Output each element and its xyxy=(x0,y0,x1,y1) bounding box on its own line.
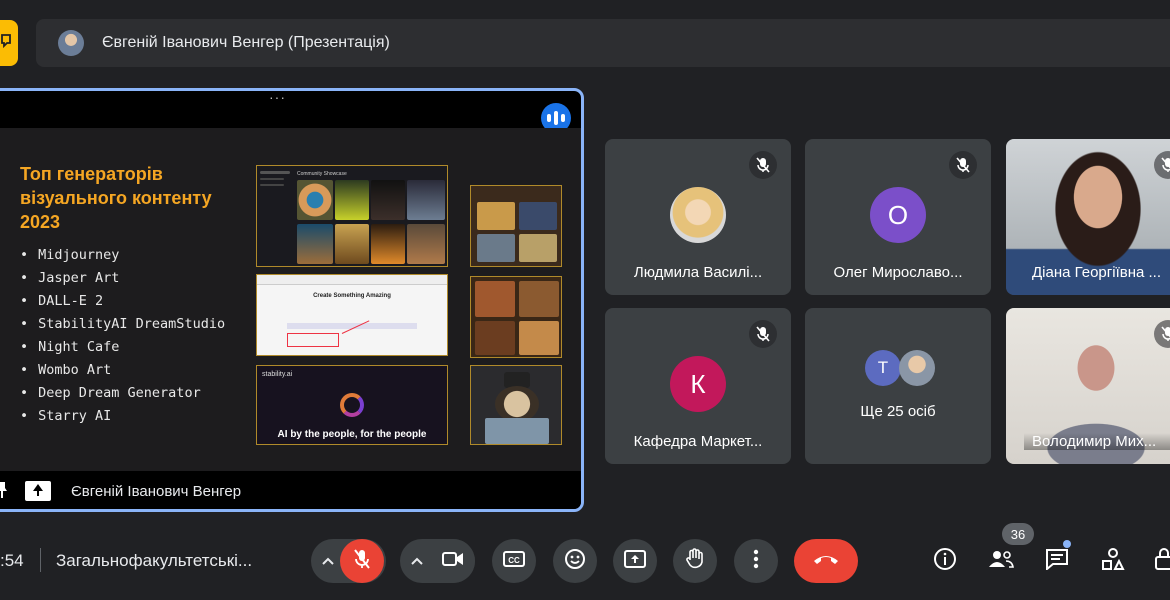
people-icon xyxy=(988,549,1014,574)
camera-icon xyxy=(442,551,464,572)
create-screenshot: Create Something Amazing xyxy=(256,274,448,356)
list-item: Wombo Art xyxy=(20,359,225,382)
emoji-icon xyxy=(564,548,586,575)
slide-title: Топ генераторів візуального контенту 202… xyxy=(20,164,212,232)
list-item: Starry AI xyxy=(20,405,225,428)
presenter-avatar xyxy=(58,30,84,56)
avatar xyxy=(670,187,726,243)
activities-icon xyxy=(1101,547,1125,576)
end-call-button[interactable] xyxy=(794,539,858,583)
meeting-name: Загальнофакультетські... xyxy=(56,551,253,570)
info-button[interactable] xyxy=(931,547,959,575)
list-item: Deep Dream Generator xyxy=(20,382,225,405)
more-vert-icon xyxy=(753,549,759,574)
people-button[interactable] xyxy=(987,547,1015,575)
mic-off-icon xyxy=(354,548,370,574)
raise-hand-icon xyxy=(685,547,705,575)
mic-off-icon xyxy=(749,151,777,179)
pug-tophat-screenshot xyxy=(470,365,562,445)
chat-icon xyxy=(1045,548,1069,575)
more-participants-tile[interactable]: Т Ще 25 осіб xyxy=(805,308,991,464)
chevron-up-icon[interactable] xyxy=(407,551,427,571)
meeting-time: :54 xyxy=(0,551,24,570)
divider xyxy=(203,509,353,511)
pug-portraits-screenshot xyxy=(470,276,562,358)
screenshot-caption: Create Something Amazing xyxy=(313,293,391,299)
chevron-up-icon[interactable] xyxy=(318,551,338,571)
mic-toggle-button[interactable] xyxy=(340,539,384,583)
drag-handle-icon[interactable]: ··· xyxy=(269,91,286,105)
mic-off-icon xyxy=(749,320,777,348)
participant-tile[interactable]: О Олег Мирославо... xyxy=(805,139,991,295)
lock-icon xyxy=(1153,547,1170,576)
screenshot-caption: stability.ai xyxy=(262,371,293,378)
screenshot-caption: AI by the people, for the people xyxy=(277,429,427,440)
host-controls-button[interactable] xyxy=(1150,547,1170,575)
participant-name: Ще 25 осіб xyxy=(860,403,936,420)
midjourney-screenshot: Community Showcase xyxy=(256,165,448,267)
svg-text:CC: CC xyxy=(508,556,520,565)
avatar xyxy=(899,350,935,386)
list-item: StabilityAI DreamStudio xyxy=(20,313,225,336)
camera-toggle-button[interactable] xyxy=(431,539,475,583)
list-item: Night Cafe xyxy=(20,336,225,359)
meet-window: Євгеній Іванович Венгер (Презентація) ··… xyxy=(0,0,1170,600)
participant-name: Олег Мирославо... xyxy=(833,264,963,281)
present-icon xyxy=(624,549,646,573)
screenshot-caption: Community Showcase xyxy=(297,171,347,177)
present-icon xyxy=(25,481,51,501)
captions-button[interactable]: CC xyxy=(492,539,536,583)
end-call-icon xyxy=(812,552,840,570)
participant-name: Володимир Мих... xyxy=(1024,433,1170,450)
present-button[interactable] xyxy=(613,539,657,583)
pin-icon[interactable] xyxy=(0,482,7,498)
activities-button[interactable] xyxy=(1099,547,1127,575)
hand-raise-icon xyxy=(0,33,14,54)
hand-raise-badge[interactable] xyxy=(0,20,18,66)
people-count-badge: 36 xyxy=(1002,523,1034,545)
presenter-name: Євгеній Іванович Венгер xyxy=(71,483,242,500)
participant-tile[interactable]: К Кафедра Маркет... xyxy=(605,308,791,464)
mic-off-icon xyxy=(949,151,977,179)
info-icon xyxy=(933,547,957,576)
stability-logo-icon xyxy=(340,393,364,417)
presenter-banner[interactable]: Євгеній Іванович Венгер (Презентація) xyxy=(36,19,1170,67)
divider xyxy=(40,548,41,572)
avatar: О xyxy=(870,187,926,243)
participant-name: Діана Георгіївна ... xyxy=(1032,264,1162,281)
emoji-button[interactable] xyxy=(553,539,597,583)
avatar: К xyxy=(670,356,726,412)
presentation-footer: Євгеній Іванович Венгер xyxy=(0,471,581,511)
list-item: DALL-E 2 xyxy=(20,290,225,313)
participant-tile[interactable]: Володимир Мих... xyxy=(1006,308,1170,464)
slide-list: Midjourney Jasper Art DALL-E 2 Stability… xyxy=(20,244,225,428)
pug-grid-screenshot xyxy=(470,185,562,267)
avatar: Т xyxy=(865,350,901,386)
participant-name: Кафедра Маркет... xyxy=(633,433,763,450)
list-item: Midjourney xyxy=(20,244,225,267)
captions-icon: CC xyxy=(503,550,525,572)
list-item: Jasper Art xyxy=(20,267,225,290)
participant-name: Людмила Василі... xyxy=(633,264,763,281)
more-options-button[interactable] xyxy=(734,539,778,583)
raise-hand-button[interactable] xyxy=(673,539,717,583)
participant-tile[interactable]: Людмила Василі... xyxy=(605,139,791,295)
chat-button[interactable] xyxy=(1043,547,1071,575)
slide: Топ генераторів візуального контенту 202… xyxy=(0,128,581,471)
participant-tile[interactable]: Діана Георгіївна ... xyxy=(1006,139,1170,295)
stability-screenshot: stability.ai AI by the people, for the p… xyxy=(256,365,448,445)
presentation-tile[interactable]: ··· Топ генераторів візуального контенту… xyxy=(0,88,584,512)
presenter-title: Євгеній Іванович Венгер (Презентація) xyxy=(102,34,390,51)
